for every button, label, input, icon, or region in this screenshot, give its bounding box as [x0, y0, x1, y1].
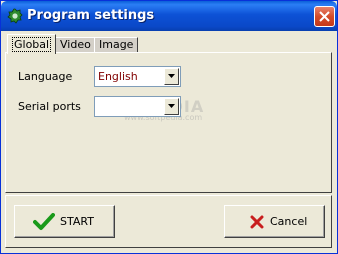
tab-global[interactable]: Global	[7, 34, 57, 54]
language-label: Language	[18, 70, 73, 83]
window-title: Program settings	[27, 8, 155, 23]
x-icon	[250, 215, 264, 229]
cancel-button-label: Cancel	[270, 215, 308, 228]
button-bar: START Cancel	[5, 195, 332, 248]
language-select[interactable]: English	[94, 66, 181, 87]
tab-image[interactable]: Image	[94, 37, 139, 53]
serial-ports-dropdown-button[interactable]	[164, 98, 179, 115]
serial-ports-label: Serial ports	[18, 100, 81, 113]
tab-video-label: Video	[60, 38, 91, 51]
tab-image-label: Image	[99, 38, 134, 51]
start-button[interactable]: START	[14, 205, 115, 238]
close-icon	[319, 11, 330, 22]
language-select-value: English	[98, 70, 138, 83]
close-button[interactable]	[314, 6, 335, 27]
cancel-button[interactable]: Cancel	[224, 205, 325, 238]
language-dropdown-button[interactable]	[164, 68, 179, 85]
serial-ports-select[interactable]	[94, 96, 181, 117]
start-button-label: START	[60, 215, 94, 228]
tab-global-label: Global	[12, 37, 52, 52]
app-gear-icon	[7, 8, 23, 24]
tab-video[interactable]: Video	[55, 37, 96, 53]
dialog-client-area: Global Video Image Language English SOFT…	[4, 31, 334, 251]
checkmark-icon	[33, 213, 55, 230]
program-settings-window: Program settings Global Video Image Lang…	[0, 0, 338, 254]
global-settings-panel: Language English SOFTPEDIA www.softpedia…	[5, 52, 332, 193]
chevron-down-icon	[168, 104, 175, 108]
title-bar[interactable]: Program settings	[1, 1, 337, 31]
chevron-down-icon	[168, 74, 175, 78]
